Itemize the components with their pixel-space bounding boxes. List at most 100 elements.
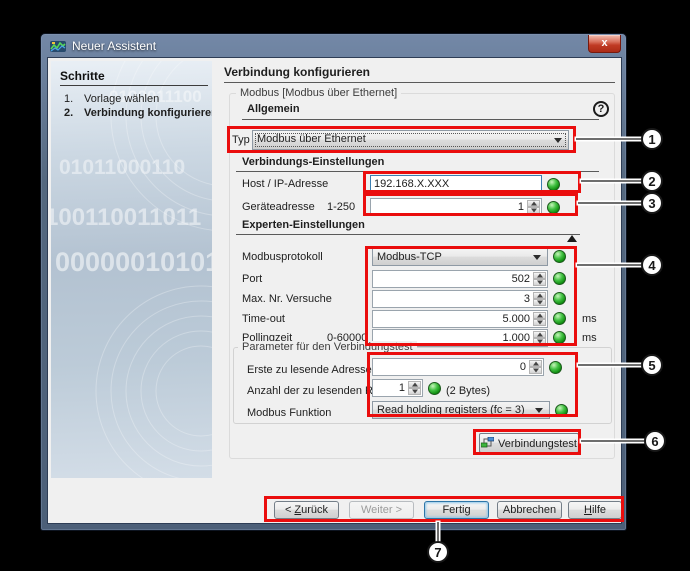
- port-value: 502: [512, 273, 530, 285]
- section-experten-rule: [236, 234, 580, 235]
- finish-button[interactable]: Fertig: [424, 501, 489, 519]
- first-address-spinner[interactable]: 0: [372, 358, 544, 376]
- spin-down-icon[interactable]: [533, 319, 546, 326]
- connection-test-button[interactable]: Verbindungstest: [479, 433, 579, 453]
- section-allgemein-title: Allgemein: [247, 103, 300, 115]
- back-button[interactable]: < Zurück: [274, 501, 339, 519]
- steps-heading: Schritte: [60, 69, 105, 83]
- app-icon: [50, 38, 66, 54]
- spin-buttons[interactable]: [529, 360, 542, 374]
- next-button: Weiter >: [349, 501, 414, 519]
- help-icon[interactable]: ?: [593, 101, 609, 117]
- port-label: Port: [242, 273, 262, 285]
- section-verbindung-title: Verbindungs-Einstellungen: [242, 156, 384, 168]
- spin-up-icon[interactable]: [533, 292, 546, 299]
- step-label: Vorlage wählen: [84, 93, 159, 105]
- cancel-button[interactable]: Abbrechen: [497, 501, 562, 519]
- wizard-dialog: Neuer Assistent x 0100011100 01011000110: [40, 33, 627, 531]
- spin-up-icon[interactable]: [529, 360, 542, 367]
- section-verbindung-rule: [236, 171, 599, 172]
- spin-up-icon[interactable]: [527, 200, 540, 207]
- collapse-up-icon[interactable]: [567, 230, 577, 242]
- first-address-label: Erste zu lesende Adresse: [247, 364, 372, 376]
- timeout-unit: ms: [582, 313, 597, 325]
- retries-status-led: [553, 292, 566, 305]
- timeout-label: Time-out: [242, 313, 285, 325]
- device-status-led: [547, 201, 560, 214]
- callout-4: 4: [641, 254, 663, 276]
- register-count-value: 1: [399, 382, 405, 394]
- spin-up-icon[interactable]: [408, 381, 421, 388]
- network-test-icon: [481, 437, 494, 449]
- polling-status-led: [553, 331, 566, 344]
- section-allgemein-rule: [242, 119, 599, 120]
- device-address-spinner[interactable]: 1: [370, 198, 542, 216]
- connection-test-label: Verbindungstest: [498, 438, 577, 450]
- protocol-label: Modbusprotokoll: [242, 251, 323, 263]
- device-address-range: 1-250: [327, 201, 355, 213]
- spin-buttons[interactable]: [533, 292, 546, 306]
- section-experten-title: Experten-Einstellungen: [242, 219, 365, 231]
- spin-down-icon[interactable]: [408, 388, 421, 395]
- window-title: Neuer Assistent: [72, 39, 156, 53]
- binary-watermark: 01011000110: [59, 156, 185, 180]
- register-count-spinner[interactable]: 1: [372, 379, 423, 397]
- screenshot-stage: Neuer Assistent x 0100011100 01011000110: [0, 0, 690, 571]
- timeout-spinner[interactable]: 5.000: [372, 310, 548, 328]
- help-button[interactable]: Hilfe: [568, 501, 622, 519]
- timeout-status-led: [553, 312, 566, 325]
- protocol-dropdown[interactable]: Modbus-TCP: [372, 248, 548, 266]
- step-label: Verbindung konfigurieren: [84, 107, 212, 119]
- dialog-client-area: 0100011100 01011000110 100110011011 0000…: [47, 57, 622, 524]
- spin-buttons[interactable]: [533, 272, 546, 286]
- host-label: Host / IP-Adresse: [242, 178, 328, 190]
- modbus-function-label: Modbus Funktion: [247, 407, 331, 419]
- spin-buttons[interactable]: [527, 200, 540, 214]
- spin-buttons[interactable]: [533, 331, 546, 345]
- port-spinner[interactable]: 502: [372, 270, 548, 288]
- page-title-rule: [224, 82, 615, 83]
- spin-buttons[interactable]: [408, 381, 421, 395]
- polling-unit: ms: [582, 332, 597, 344]
- spin-down-icon[interactable]: [529, 367, 542, 374]
- button-text: ilfe: [592, 504, 606, 516]
- binary-watermark: 00000010101: [55, 247, 212, 278]
- button-text: urück: [301, 504, 328, 516]
- spin-up-icon[interactable]: [533, 312, 546, 319]
- chevron-down-icon: [533, 255, 541, 264]
- callout-2: 2: [641, 170, 663, 192]
- first-address-value: 0: [520, 361, 526, 373]
- page-title: Verbindung konfigurieren: [224, 65, 370, 79]
- modbus-groupbox-label: Modbus [Modbus über Ethernet]: [236, 87, 401, 99]
- device-address-label: Geräteadresse: [242, 201, 315, 213]
- button-accel: H: [584, 504, 592, 516]
- spin-down-icon[interactable]: [533, 279, 546, 286]
- spin-up-icon[interactable]: [533, 272, 546, 279]
- spin-down-icon[interactable]: [527, 207, 540, 214]
- typ-dropdown[interactable]: Modbus über Ethernet: [252, 130, 569, 150]
- chevron-down-icon: [535, 408, 543, 417]
- close-button[interactable]: x: [588, 35, 621, 53]
- host-status-led: [547, 178, 560, 191]
- protocol-status-led: [553, 250, 566, 263]
- retries-spinner[interactable]: 3: [372, 290, 548, 308]
- spin-down-icon[interactable]: [533, 338, 546, 345]
- button-text: <: [285, 504, 294, 516]
- callout-6: 6: [644, 430, 666, 452]
- register-count-status-led: [428, 382, 441, 395]
- steps-heading-rule: [60, 85, 208, 86]
- polling-value: 1.000: [502, 332, 530, 344]
- binary-watermark: 100110011011: [51, 204, 201, 232]
- spin-down-icon[interactable]: [533, 299, 546, 306]
- retries-label: Max. Nr. Versuche: [242, 293, 332, 305]
- title-bar: Neuer Assistent: [44, 36, 623, 57]
- test-params-groupbox-label: Parameter für den Verbindungstest: [238, 341, 417, 353]
- button-text: Fertig: [442, 504, 470, 516]
- host-input[interactable]: 192.168.X.XXX: [370, 175, 542, 193]
- modbus-function-dropdown[interactable]: Read holding registers (fc = 3): [372, 401, 550, 419]
- protocol-dropdown-value: Modbus-TCP: [377, 251, 442, 263]
- modbus-function-status-led: [555, 404, 568, 417]
- spin-buttons[interactable]: [533, 312, 546, 326]
- first-address-status-led: [549, 361, 562, 374]
- spin-up-icon[interactable]: [533, 331, 546, 338]
